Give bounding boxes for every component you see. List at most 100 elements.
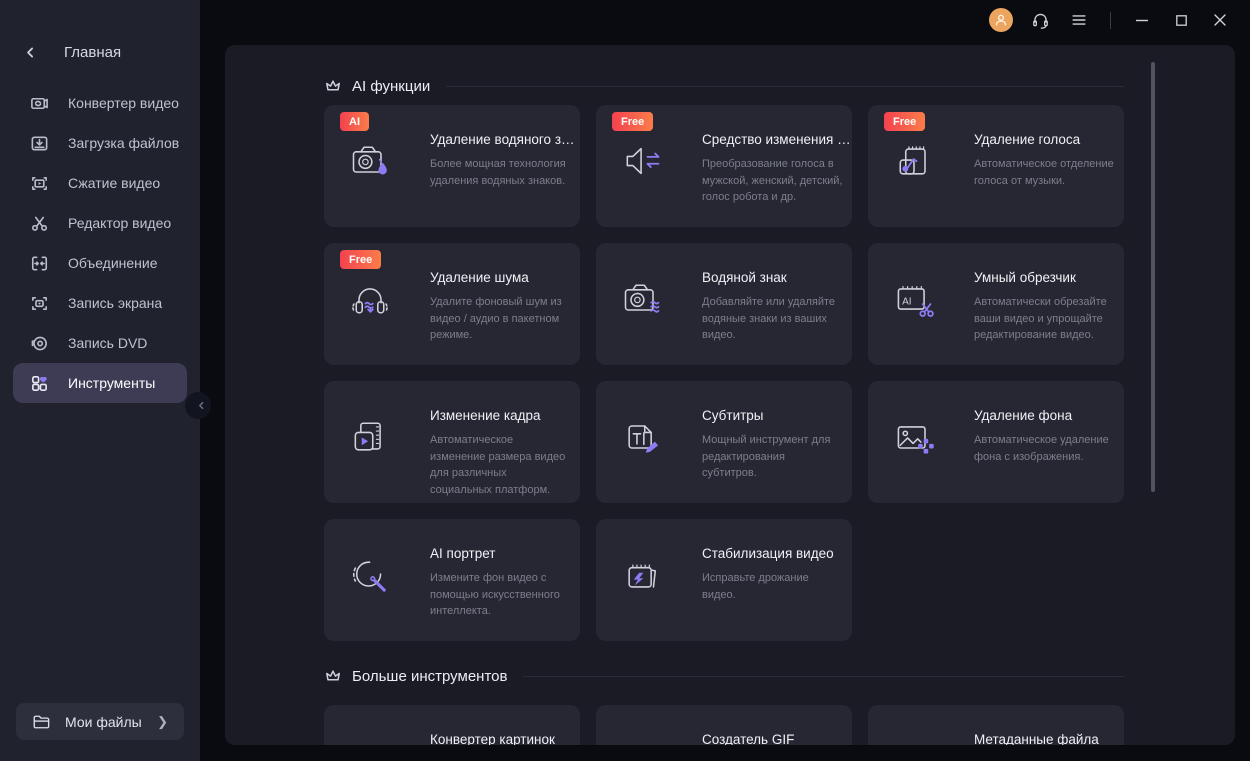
- chevron-right-icon: ❯: [157, 713, 168, 729]
- card-title: Умный обрезчик: [974, 270, 1076, 285]
- card-description: Добавляйте или удаляйте водяные знаки из…: [702, 296, 836, 341]
- my-files-button[interactable]: Мои файлы ❯: [16, 703, 184, 740]
- card-title: Водяной знак: [702, 270, 787, 285]
- tool-card[interactable]: Субтитры Мощный инструмент для редактиров…: [596, 381, 852, 503]
- section-title: Больше инструментов: [352, 667, 508, 685]
- watermark-icon: [620, 277, 664, 321]
- card-description: Измените фон видео с помощью искусственн…: [430, 572, 560, 617]
- download-icon: [30, 134, 49, 153]
- card-description: Исправьте дрожание видео.: [702, 572, 809, 601]
- card-text: Субтитры Мощный инструмент для редактиров…: [702, 408, 842, 503]
- card-description: Мощный инструмент для редактирования суб…: [702, 434, 831, 479]
- card-text: Водяной знак Добавляйте или удаляйте водя…: [702, 270, 842, 365]
- crown-icon: [324, 667, 342, 685]
- sidebar-item-label: Инструменты: [68, 375, 156, 391]
- sidebar-item-5[interactable]: Запись экрана: [0, 283, 200, 323]
- card-badge: Free: [612, 112, 654, 131]
- minimize-icon[interactable]: [1130, 8, 1154, 32]
- watermark-remover-icon: [348, 139, 392, 183]
- sidebar-home: Главная: [0, 39, 200, 65]
- section-title: AI функции: [352, 77, 431, 95]
- folder-icon: [32, 713, 50, 731]
- ai-portrait-icon: [348, 553, 392, 597]
- sidebar-item-4[interactable]: Объединение: [0, 243, 200, 283]
- card-text: Стабилизация видео Исправьте дрожание вид…: [702, 546, 842, 641]
- tool-card[interactable]: AI Умный обрезчик Автоматически обрезайте …: [868, 243, 1124, 365]
- menu-icon[interactable]: [1067, 8, 1091, 32]
- app-window: Главная Конвертер видео Загрузка файлов Сж…: [0, 0, 1250, 761]
- sidebar-item-1[interactable]: Загрузка файлов: [0, 123, 200, 163]
- tool-card[interactable]: AI портрет Измените фон видео с помощью и…: [324, 519, 580, 641]
- tool-card[interactable]: AI Удаление водяного знак... Более мощная …: [324, 105, 580, 227]
- card-description: Автоматическое изменение размера видео д…: [430, 434, 566, 496]
- my-files-label: Мои файлы: [65, 713, 142, 730]
- stabilization-icon: [620, 553, 664, 597]
- close-icon[interactable]: [1208, 8, 1232, 32]
- card-title: Удаление фона: [974, 408, 1073, 423]
- scrollbar[interactable]: [1151, 62, 1155, 492]
- dvd-icon: [30, 334, 49, 353]
- card-description: Автоматическое удаление фона с изображен…: [974, 434, 1109, 463]
- section-header: AI функции: [324, 76, 1124, 96]
- card-title: Метаданные файла: [974, 732, 1099, 745]
- sidebar-item-label: Объединение: [68, 255, 158, 271]
- sidebar-item-6[interactable]: Запись DVD: [0, 323, 200, 363]
- sidebar-item-label: Запись экрана: [68, 295, 163, 311]
- tool-card[interactable]: Free Удаление голоса Автоматическое отделе…: [868, 105, 1124, 227]
- section-header: Больше инструментов: [324, 666, 1124, 686]
- tool-card[interactable]: Удаление фона Автоматическое удаление фон…: [868, 381, 1124, 503]
- main-panel: AI функции AI Удаление водяного знак... Бол…: [225, 45, 1235, 745]
- card-title: Субтитры: [702, 408, 764, 423]
- sidebar-item-3[interactable]: Редактор видео: [0, 203, 200, 243]
- tool-card[interactable]: Free Средство изменения гол... Преобразова…: [596, 105, 852, 227]
- sidebar-item-0[interactable]: Конвертер видео: [0, 83, 200, 123]
- card-title: Стабилизация видео: [702, 546, 834, 561]
- screen-record-icon: [30, 294, 49, 313]
- video-converter-icon: [30, 94, 49, 113]
- card-description: Преобразование голоса в мужской, женский…: [702, 158, 843, 203]
- back-icon[interactable]: [12, 46, 48, 59]
- sidebar-item-label: Редактор видео: [68, 215, 172, 231]
- card-title: Удаление голоса: [974, 132, 1081, 147]
- tool-card[interactable]: Метаданные файла: [868, 705, 1124, 745]
- tool-card[interactable]: Стабилизация видео Исправьте дрожание вид…: [596, 519, 852, 641]
- card-text: Удаление водяного знак... Более мощная те…: [430, 132, 580, 227]
- maximize-icon[interactable]: [1169, 8, 1193, 32]
- card-description: Удалите фоновый шум из видео / аудио в п…: [430, 296, 562, 341]
- headset-icon[interactable]: [1028, 8, 1052, 32]
- tools-icon: [30, 374, 49, 393]
- voice-changer-icon: [620, 139, 664, 183]
- card-text: Удаление фона Автоматическое удаление фон…: [974, 408, 1114, 503]
- tool-card[interactable]: Конвертер картинок: [324, 705, 580, 745]
- tool-card[interactable]: Изменение кадра Автоматическое изменение …: [324, 381, 580, 503]
- card-badge: Free: [884, 112, 926, 131]
- card-text: Конвертер картинок: [430, 732, 570, 745]
- icon: [348, 739, 392, 745]
- sidebar-nav: Конвертер видео Загрузка файлов Сжатие вид…: [0, 83, 200, 403]
- avatar-icon[interactable]: [989, 8, 1013, 32]
- sidebar-item-label: Сжатие видео: [68, 175, 161, 191]
- card-grid: Конвертер картинок Создатель GIF Метаданны…: [324, 705, 1124, 745]
- sidebar-item-2[interactable]: Сжатие видео: [0, 163, 200, 203]
- section-divider: [523, 675, 1124, 677]
- card-text: Изменение кадра Автоматическое изменение …: [430, 408, 570, 503]
- card-text: Средство изменения гол... Преобразование …: [702, 132, 852, 227]
- sidebar-item-7[interactable]: Инструменты: [13, 363, 187, 403]
- collapse-sidebar-icon[interactable]: [185, 392, 211, 419]
- card-title: Средство изменения гол...: [702, 132, 852, 147]
- card-title: Создатель GIF: [702, 732, 795, 745]
- smart-cutter-icon: AI: [892, 277, 936, 321]
- card-title: AI портрет: [430, 546, 496, 561]
- card-title: Конвертер картинок: [430, 732, 555, 745]
- tool-card[interactable]: Водяной знак Добавляйте или удаляйте водя…: [596, 243, 852, 365]
- card-text: Удаление шума Удалите фоновый шум из виде…: [430, 270, 570, 365]
- bg-remover-icon: [892, 415, 936, 459]
- noise-removal-icon: [348, 277, 392, 321]
- home-label: Главная: [64, 43, 122, 61]
- subtitles-icon: [620, 415, 664, 459]
- section-divider: [446, 85, 1124, 87]
- tool-card[interactable]: Free Удаление шума Удалите фоновый шум из …: [324, 243, 580, 365]
- tool-card[interactable]: Создатель GIF: [596, 705, 852, 745]
- card-title: Удаление шума: [430, 270, 529, 285]
- frame-resize-icon: [348, 415, 392, 459]
